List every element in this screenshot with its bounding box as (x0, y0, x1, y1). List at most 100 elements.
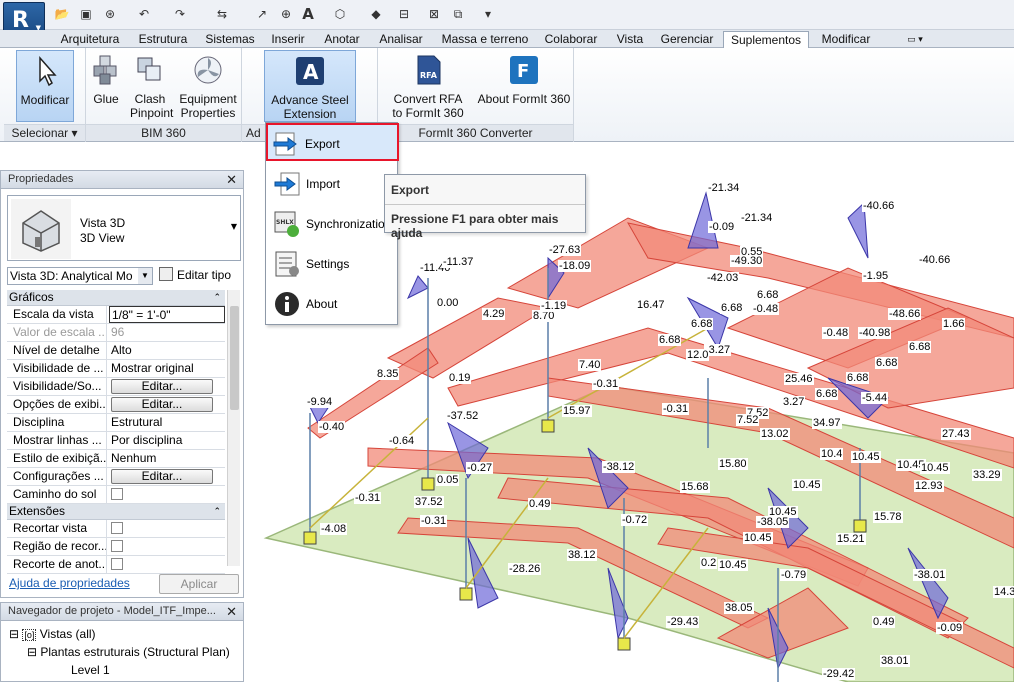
switch-windows-icon[interactable]: ⧉ (450, 6, 466, 22)
load-value-label: 6.68 (720, 302, 744, 314)
ribbon-minimize-icon[interactable]: ▭ ▾ (900, 31, 930, 48)
load-value-label: 15.21 (836, 533, 866, 545)
load-value-label: -0.31 (592, 378, 620, 390)
prop-name: Visibilidade de ... (7, 360, 107, 377)
anno-crop-checkbox[interactable] (111, 558, 123, 570)
tab-colaborar[interactable]: Colaborar (540, 31, 602, 48)
chevron-down-icon: ▼ (138, 268, 152, 284)
load-value-label: -0.09 (708, 221, 736, 233)
tab-anotar[interactable]: Anotar (318, 31, 366, 48)
close-hidden-icon[interactable]: ⊠ (426, 6, 442, 22)
tab-massa-e-terreno[interactable]: Massa e terreno (436, 31, 534, 48)
select-group-label[interactable]: Selecionar ▾ (4, 124, 85, 141)
load-value-label: 1.66 (942, 318, 966, 330)
prop-value[interactable]: Por disciplina (109, 432, 225, 449)
prop-name: Configurações ... (7, 468, 107, 485)
load-value-label: 14.3 (993, 586, 1014, 598)
tab-sistemas[interactable]: Sistemas (200, 31, 260, 48)
text-icon[interactable]: A (300, 6, 316, 22)
prop-row-anno-crop: Recorte de anot... (7, 556, 225, 574)
load-value-label: -29.42 (822, 668, 856, 680)
sync-icon[interactable]: ⊛ (102, 6, 118, 22)
edit-type-button[interactable]: Editar tipo (159, 267, 231, 283)
edit-button[interactable]: Editar... (111, 397, 213, 412)
type-selector[interactable]: Vista 3D 3D View ▼ (7, 195, 241, 261)
equipment-properties-button[interactable]: Equipment Properties (176, 50, 240, 122)
section-icon[interactable]: ◆ (368, 6, 384, 22)
prop-value[interactable]: Mostrar original (109, 360, 225, 377)
view-instance-value: Vista 3D: Analytical Mo (10, 269, 133, 283)
save-icon[interactable]: ▣ (78, 6, 94, 22)
load-value-label: -27.63 (548, 244, 582, 256)
3d-view-icon[interactable]: ⬡ (332, 6, 348, 22)
load-value-label: -0.27 (466, 462, 494, 474)
prop-value[interactable]: Alto (109, 342, 225, 359)
dimension-icon[interactable]: ↗ (254, 6, 270, 22)
load-value-label: -11.37 (442, 256, 475, 268)
prop-name: Mostrar linhas ... (7, 432, 107, 449)
section-extents[interactable]: Extensões ⌃ (7, 504, 225, 520)
menu-item-synchronization[interactable]: SHLX Synchronizatio (269, 205, 394, 243)
advance-steel-extension-button[interactable]: A Advance Steel Extension ▼ (264, 50, 356, 131)
clash-pinpoint-button[interactable]: Clash Pinpoint (128, 50, 173, 122)
formit-group-label: FormIt 360 Converter (378, 124, 573, 141)
view-instance-selector[interactable]: Vista 3D: Analytical Mo ▼ (7, 267, 153, 285)
tag-icon[interactable]: ⊕ (278, 6, 294, 22)
prop-name: Nível de detalhe (7, 342, 107, 359)
crop-region-checkbox[interactable] (111, 540, 123, 552)
load-value-label: -0.31 (354, 492, 382, 504)
export-tooltip: Export Pressione F1 para obter mais ajud… (384, 174, 586, 240)
load-value-label: -0.09 (936, 622, 964, 634)
close-icon[interactable]: ✕ (226, 603, 237, 620)
tree-node-views[interactable]: ⊟ [o] Vistas (all) (9, 625, 96, 644)
tree-node-level1[interactable]: Level 1 (71, 661, 110, 679)
prop-value: 96 (111, 325, 125, 339)
undo-icon[interactable]: ↶ (136, 6, 152, 22)
menu-item-export[interactable]: Export (266, 123, 399, 161)
about-formit-button[interactable]: F About FormIt 360 (474, 50, 574, 122)
properties-help-link[interactable]: Ajuda de propriedades (9, 576, 130, 590)
thin-lines-icon[interactable]: ⊟ (396, 6, 412, 22)
load-value-label: 33.29 (972, 469, 1002, 481)
tab-arquitetura[interactable]: Arquitetura (52, 31, 128, 48)
tab-vista[interactable]: Vista (610, 31, 650, 48)
prop-row-showlines: Mostrar linhas ... Por disciplina (7, 432, 225, 450)
prop-row-crop: Recortar vista (7, 520, 225, 538)
open-folder-icon[interactable]: 📂 (54, 6, 70, 22)
glue-button[interactable]: Glue (88, 50, 124, 122)
tab-modificar[interactable]: Modificar (814, 31, 878, 48)
edit-button[interactable]: Editar... (111, 379, 213, 394)
tab-inserir[interactable]: Inserir (266, 31, 310, 48)
prop-value[interactable]: Nenhum (109, 450, 225, 467)
customize-qat-icon[interactable]: ▾ (480, 6, 496, 22)
measure-icon[interactable]: ⇆ (214, 6, 230, 22)
tab-estrutura[interactable]: Estrutura (132, 31, 194, 48)
menu-item-import[interactable]: Import (269, 165, 394, 203)
tab-gerenciar[interactable]: Gerenciar (656, 31, 718, 48)
crop-checkbox[interactable] (111, 522, 123, 534)
redo-icon[interactable]: ↷ (172, 6, 188, 22)
menu-item-about[interactable]: About (269, 285, 394, 323)
menu-item-settings[interactable]: Settings (269, 245, 394, 283)
prop-name: Opções de exibi... (7, 396, 107, 413)
convert-rfa-button[interactable]: RFA Convert RFA to FormIt 360 (390, 50, 466, 122)
scale-field[interactable]: 1/8" = 1'-0" (109, 306, 225, 323)
properties-scrollbar[interactable] (227, 290, 240, 566)
clash-pinpoint-icon (137, 57, 161, 81)
sunpath-checkbox[interactable] (111, 488, 123, 500)
apply-button[interactable]: Aplicar (159, 574, 239, 594)
svg-text:A: A (303, 60, 319, 84)
tab-analisar[interactable]: Analisar (374, 31, 428, 48)
load-value-label: -0.40 (318, 421, 346, 433)
tab-suplementos[interactable]: Suplementos (723, 31, 809, 49)
edit-button[interactable]: Editar... (111, 469, 213, 484)
close-icon[interactable]: ✕ (226, 171, 237, 188)
fan-icon (194, 56, 222, 84)
about-formit-label: About FormIt 360 (477, 92, 571, 106)
prop-value[interactable]: Estrutural (109, 414, 225, 431)
bim360-group-label: BIM 360 (86, 124, 241, 141)
tree-node-plans[interactable]: ⊟ Plantas estruturais (Structural Plan) (27, 643, 230, 661)
section-graphics[interactable]: Gráficos ⌃ (7, 290, 225, 306)
modify-button[interactable]: Modificar (16, 50, 74, 122)
scrollbar-thumb[interactable] (230, 306, 239, 410)
